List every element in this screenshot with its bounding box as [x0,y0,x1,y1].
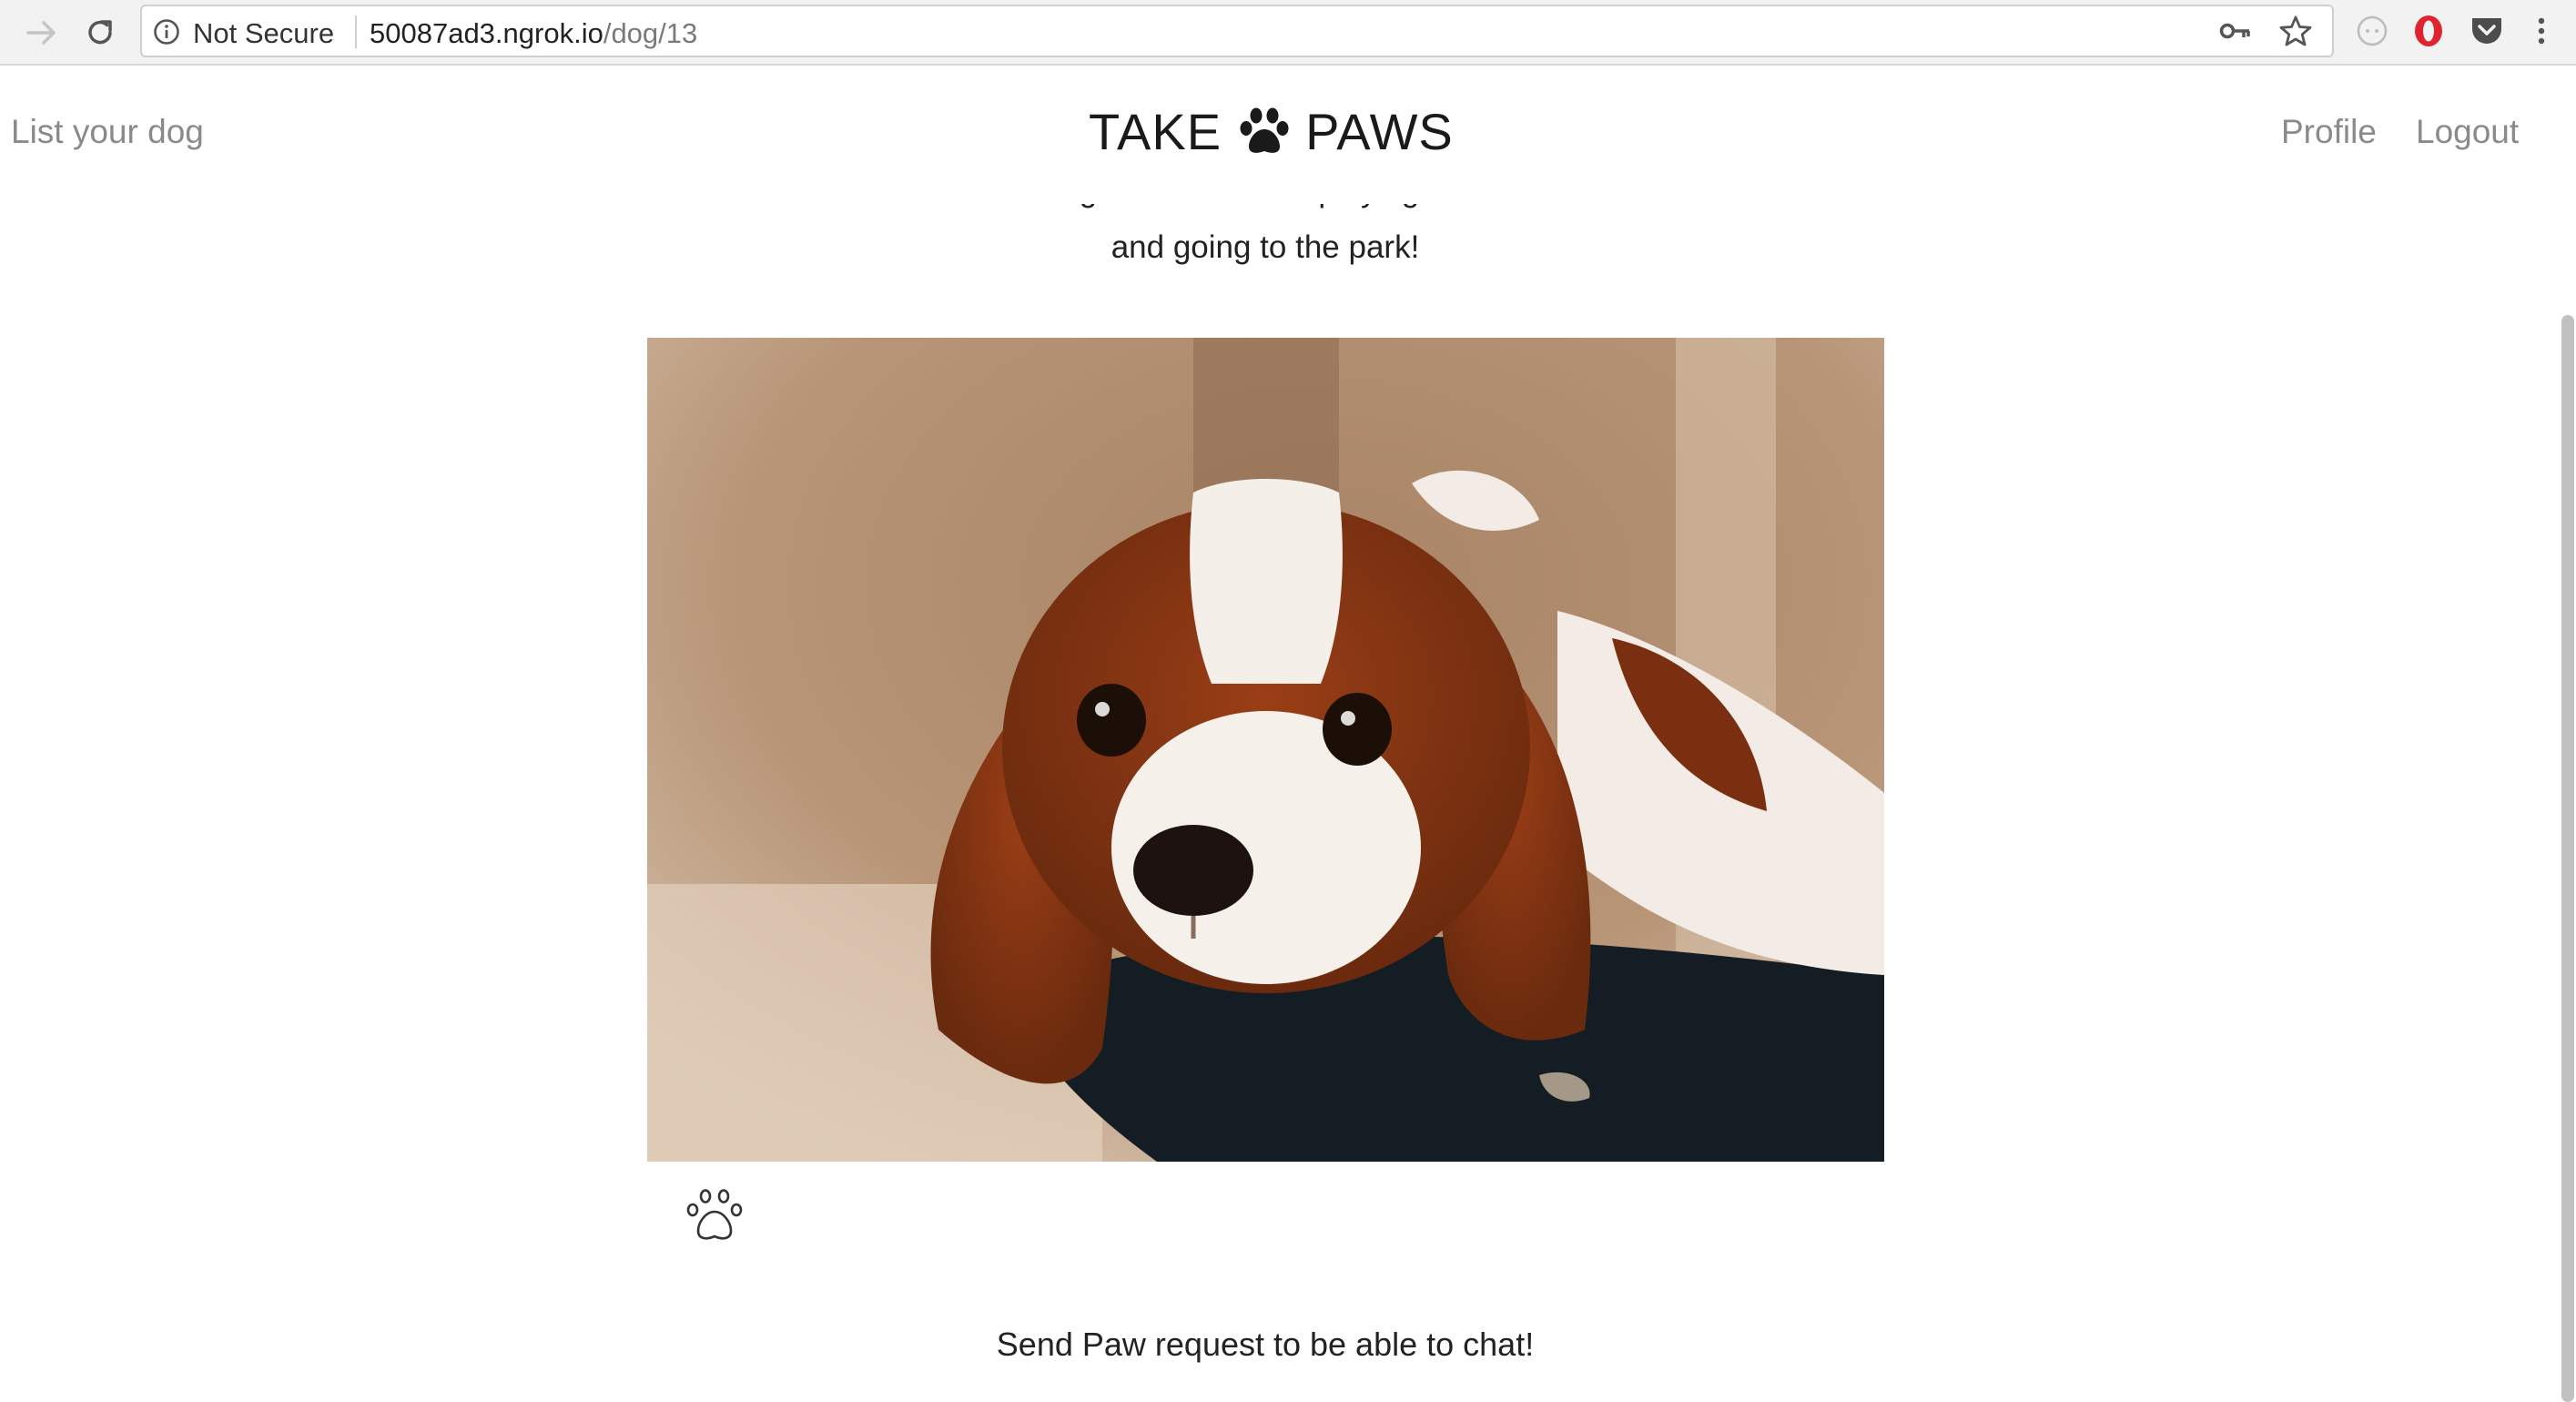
logo-text-right: PAWS [1305,102,1454,160]
url-text[interactable]: 50087ad3.ngrok.io/dog/13 [370,17,697,50]
menu-dots-icon[interactable] [2521,11,2561,51]
info-icon[interactable] [153,18,180,46]
security-label[interactable]: Not Secure [193,17,334,50]
dog-photo [647,338,1884,1162]
reload-icon[interactable] [80,13,120,53]
opera-icon[interactable] [2409,11,2449,51]
page-scrollbar[interactable] [2561,315,2574,1402]
site-header: List your dog TAKE PAWS Profile Logout [0,67,2576,204]
url-host: 50087ad3.ngrok.io [370,17,603,49]
logout-link[interactable]: Logout [2416,113,2519,151]
paw-outline-icon [685,1188,744,1249]
list-your-dog-link[interactable]: List your dog [11,113,204,151]
paw-icon [1238,107,1291,156]
site-logo[interactable]: TAKE PAWS [1089,102,1454,160]
chat-request-hint: Send Paw request to be able to chat! [996,1326,1535,1363]
browser-toolbar: Not Secure 50087ad3.ngrok.io/dog/13 [0,0,2576,66]
extension-icon[interactable] [2352,11,2392,51]
dog-description-line: and going to the park! [1111,229,1420,265]
profile-link[interactable]: Profile [2281,113,2377,151]
forward-arrow-icon[interactable] [22,13,62,53]
address-divider [355,15,357,48]
url-path: /dog/13 [603,17,698,49]
star-icon[interactable] [2279,15,2312,51]
key-icon[interactable] [2219,17,2252,49]
address-bar[interactable]: Not Secure 50087ad3.ngrok.io/dog/13 [140,5,2334,57]
pocket-icon[interactable] [2467,11,2507,51]
paw-request-button[interactable] [685,1188,745,1248]
logo-text-left: TAKE [1089,102,1222,160]
